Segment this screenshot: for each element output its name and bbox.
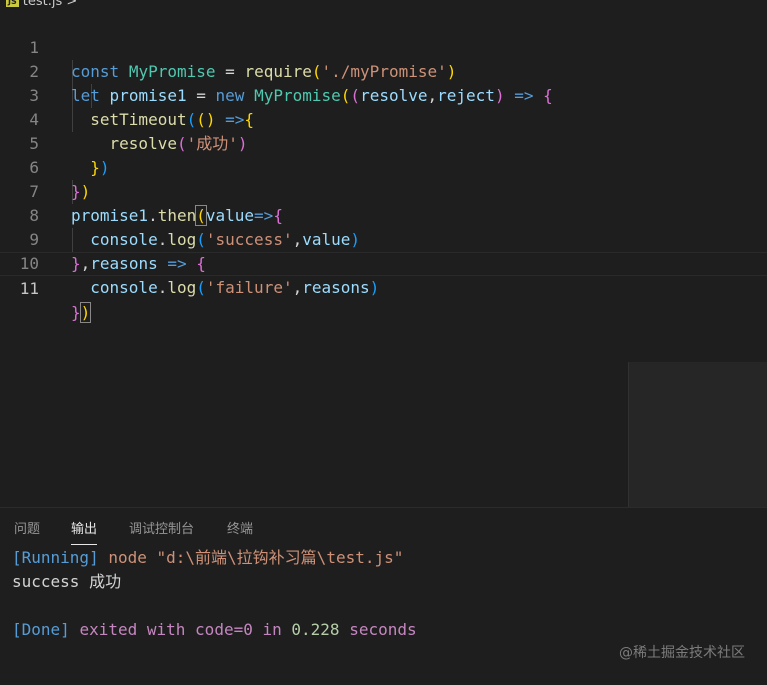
code-line[interactable]: 5 }): [0, 108, 767, 177]
output-result-line: success 成功: [12, 572, 122, 591]
panel-tabs: 问题 输出 调试控制台 终端: [0, 508, 767, 545]
code-line[interactable]: 2 let promise1 = new MyPromise((resolve,…: [0, 36, 767, 105]
output-done-line: [Done] exited with code=0 in 0.228 secon…: [12, 620, 417, 639]
tab-debug-console[interactable]: 调试控制台: [129, 518, 194, 537]
tab-problems[interactable]: 问题: [14, 518, 40, 537]
code-line[interactable]: 7 promise1.then(value=>{: [0, 156, 767, 226]
code-line[interactable]: 10 console.log('failure',reasons): [0, 228, 767, 297]
code-editor[interactable]: 1 const MyPromise = require('./myPromise…: [0, 12, 767, 492]
js-file-icon: JS: [6, 0, 19, 7]
code-line[interactable]: 8 console.log('success',value): [0, 180, 767, 249]
line-number: 11: [19, 279, 39, 298]
watermark: @稀土掘金技术社区: [619, 645, 745, 661]
tab-output[interactable]: 输出: [71, 518, 98, 545]
code-line-current[interactable]: 11 }): [0, 252, 767, 323]
code-text: }): [71, 302, 92, 323]
code-line[interactable]: 6 }): [0, 132, 767, 201]
code-line[interactable]: 3 setTimeout(() =>{: [0, 60, 767, 129]
code-text: console.log('failure',reasons): [90, 278, 380, 297]
code-line[interactable]: 1 const MyPromise = require('./myPromise…: [0, 12, 767, 81]
output-running-line: [Running] node "d:\前端\拉钩补习篇\test.js": [12, 548, 404, 567]
code-line[interactable]: 4 resolve('成功'): [0, 84, 767, 153]
breadcrumb-path: test.js >: [22, 0, 78, 9]
code-line[interactable]: 9 },reasons => {: [0, 204, 767, 273]
breadcrumb-file[interactable]: JS test.js >: [6, 0, 77, 9]
breadcrumb: JS test.js >: [0, 0, 767, 10]
tab-terminal[interactable]: 终端: [227, 518, 253, 537]
